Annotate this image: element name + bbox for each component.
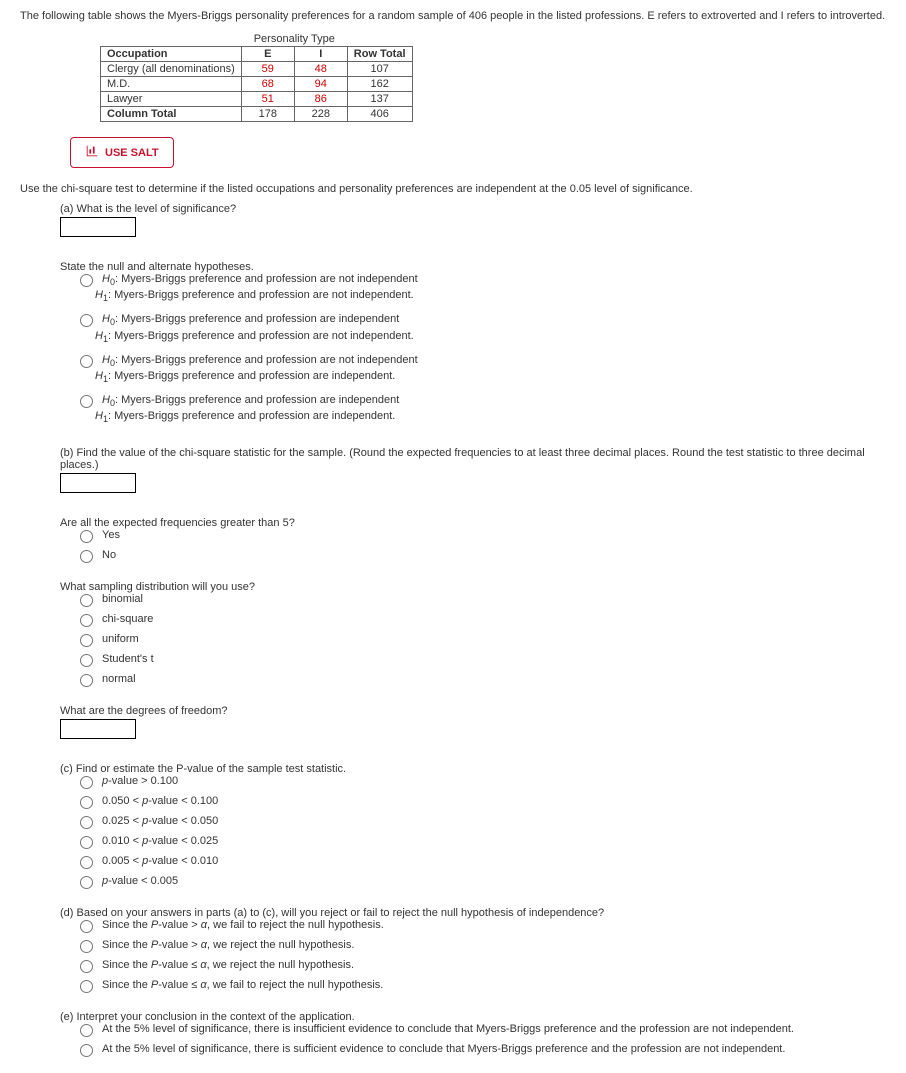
- dec-4[interactable]: [80, 980, 93, 993]
- chi-square-input[interactable]: [60, 473, 136, 493]
- dist-chi-square[interactable]: [80, 614, 93, 627]
- pv-2[interactable]: [80, 796, 93, 809]
- table-row: Clergy (all denominations) 59 48 107: [101, 62, 413, 77]
- significance-input[interactable]: [60, 217, 136, 237]
- data-table: Personality Type Occupation E I Row Tota…: [100, 32, 413, 122]
- salt-label: USE SALT: [105, 147, 159, 159]
- pv-6[interactable]: [80, 876, 93, 889]
- dist-label: normal: [102, 673, 136, 685]
- part-a-prompt: (a) What is the level of significance?: [60, 203, 886, 215]
- part-e-prompt: (e) Interpret your conclusion in the con…: [60, 1011, 886, 1023]
- hypotheses-prompt: State the null and alternate hypotheses.: [60, 261, 886, 273]
- dist-binomial[interactable]: [80, 594, 93, 607]
- cell-e: 178: [241, 107, 294, 122]
- hyp-option-1[interactable]: [80, 274, 93, 287]
- lead-in: Use the chi-square test to determine if …: [20, 183, 886, 195]
- df-input[interactable]: [60, 719, 136, 739]
- cell-i: 86: [294, 92, 347, 107]
- pv-label: p-value > 0.100: [102, 775, 178, 787]
- th-occupation: Occupation: [101, 47, 242, 62]
- ef-no[interactable]: [80, 550, 93, 563]
- cell-occ: Column Total: [101, 107, 242, 122]
- th-i: I: [294, 47, 347, 62]
- pv-label: 0.050 < p-value < 0.100: [102, 795, 218, 807]
- dist-label: uniform: [102, 633, 139, 645]
- dec-2[interactable]: [80, 940, 93, 953]
- table-row: M.D. 68 94 162: [101, 77, 413, 92]
- th-e: E: [241, 47, 294, 62]
- table-row: Lawyer 51 86 137: [101, 92, 413, 107]
- cell-occ: Clergy (all denominations): [101, 62, 242, 77]
- hyp-text: H0: Myers-Briggs preference and professi…: [102, 313, 399, 327]
- cell-rt: 137: [347, 92, 412, 107]
- cell-occ: M.D.: [101, 77, 242, 92]
- hyp-option-3[interactable]: [80, 355, 93, 368]
- cell-e: 51: [241, 92, 294, 107]
- dist-label: binomial: [102, 593, 143, 605]
- dist-label: chi-square: [102, 613, 153, 625]
- part-b-prompt: (b) Find the value of the chi-square sta…: [60, 447, 886, 471]
- dec-label: Since the P-value > α, we fail to reject…: [102, 919, 384, 931]
- hyp-text: H0: Myers-Briggs preference and professi…: [102, 394, 399, 408]
- df-prompt: What are the degrees of freedom?: [60, 705, 886, 717]
- dec-label: Since the P-value > α, we reject the nul…: [102, 939, 354, 951]
- pv-label: 0.010 < p-value < 0.025: [102, 835, 218, 847]
- hyp-text: H0: Myers-Briggs preference and professi…: [102, 354, 418, 368]
- hyp-text: H1: Myers-Briggs preference and professi…: [95, 289, 414, 303]
- cell-i: 48: [294, 62, 347, 77]
- pv-3[interactable]: [80, 816, 93, 829]
- intro-text: The following table shows the Myers-Brig…: [20, 10, 886, 22]
- con-1[interactable]: [80, 1024, 93, 1037]
- use-salt-button[interactable]: USE SALT: [70, 137, 174, 168]
- dist-prompt: What sampling distribution will you use?: [60, 581, 886, 593]
- cell-e: 68: [241, 77, 294, 92]
- pv-5[interactable]: [80, 856, 93, 869]
- ef-yes[interactable]: [80, 530, 93, 543]
- hyp-option-4[interactable]: [80, 395, 93, 408]
- pv-label: 0.005 < p-value < 0.010: [102, 855, 218, 867]
- dist-student-t[interactable]: [80, 654, 93, 667]
- hyp-text: H1: Myers-Briggs preference and professi…: [95, 370, 395, 384]
- con-2[interactable]: [80, 1044, 93, 1057]
- dec-label: Since the P-value ≤ α, we fail to reject…: [102, 979, 383, 991]
- pv-4[interactable]: [80, 836, 93, 849]
- dec-label: Since the P-value ≤ α, we reject the nul…: [102, 959, 354, 971]
- dec-3[interactable]: [80, 960, 93, 973]
- hyp-option-2[interactable]: [80, 314, 93, 327]
- chart-icon: [85, 144, 99, 161]
- hyp-text: H1: Myers-Briggs preference and professi…: [95, 410, 395, 424]
- hyp-text: H1: Myers-Briggs preference and professi…: [95, 330, 414, 344]
- hyp-text: H0: Myers-Briggs preference and professi…: [102, 273, 418, 287]
- cell-e: 59: [241, 62, 294, 77]
- cell-rt: 107: [347, 62, 412, 77]
- cell-i: 228: [294, 107, 347, 122]
- expected-freq-prompt: Are all the expected frequencies greater…: [60, 517, 886, 529]
- cell-rt: 162: [347, 77, 412, 92]
- con-label: At the 5% level of significance, there i…: [102, 1023, 794, 1035]
- cell-occ: Lawyer: [101, 92, 242, 107]
- ef-yes-label: Yes: [102, 529, 120, 541]
- pv-label: p-value < 0.005: [102, 875, 178, 887]
- ef-no-label: No: [102, 549, 116, 561]
- dist-uniform[interactable]: [80, 634, 93, 647]
- pv-label: 0.025 < p-value < 0.050: [102, 815, 218, 827]
- part-d-prompt: (d) Based on your answers in parts (a) t…: [60, 907, 886, 919]
- cell-rt: 406: [347, 107, 412, 122]
- cell-i: 94: [294, 77, 347, 92]
- con-label: At the 5% level of significance, there i…: [102, 1043, 785, 1055]
- group-header: Personality Type: [241, 32, 347, 47]
- pv-1[interactable]: [80, 776, 93, 789]
- dist-normal[interactable]: [80, 674, 93, 687]
- dec-1[interactable]: [80, 920, 93, 933]
- th-row-total: Row Total: [347, 47, 412, 62]
- table-row: Column Total 178 228 406: [101, 107, 413, 122]
- dist-label: Student's t: [102, 653, 154, 665]
- part-c-prompt: (c) Find or estimate the P-value of the …: [60, 763, 886, 775]
